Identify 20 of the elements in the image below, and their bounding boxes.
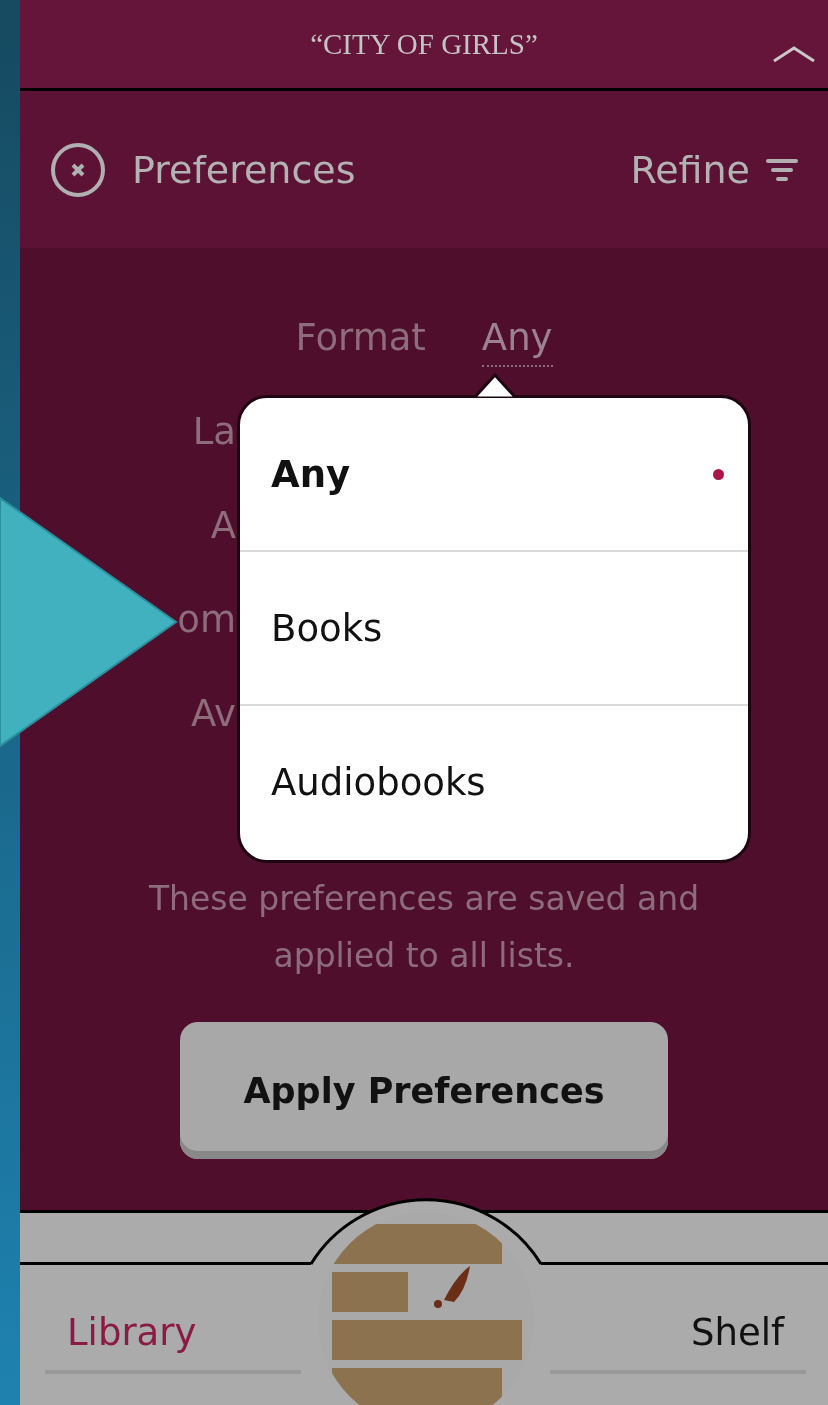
format-dropdown[interactable]: Any [481, 315, 553, 367]
filter-label: om [177, 597, 236, 641]
filter-label: A [210, 503, 236, 547]
menu-option[interactable]: Audiobooks [240, 706, 748, 858]
menu-option[interactable]: Books [240, 552, 748, 706]
nav-tab[interactable]: Library [45, 1311, 301, 1374]
preferences-title: Preferences [132, 147, 357, 192]
chevron-up-icon[interactable] [772, 44, 816, 64]
menu-option[interactable]: Any [240, 398, 748, 552]
refine-button[interactable]: Refine [630, 147, 798, 192]
apply-button[interactable]: Apply Preferences [180, 1022, 668, 1159]
note-text: These preferences are saved and applied to all lists. [147, 878, 701, 977]
filter-label: La [192, 409, 236, 453]
book-title: “CITY OF GIRLS” [310, 27, 538, 61]
filter-label: Av [190, 691, 236, 735]
close-icon[interactable] [50, 141, 106, 198]
selected-dot [713, 468, 724, 480]
filter-icon [766, 157, 798, 182]
nav-tab[interactable]: Shelf [550, 1311, 806, 1374]
filter-label: Format [295, 315, 426, 359]
